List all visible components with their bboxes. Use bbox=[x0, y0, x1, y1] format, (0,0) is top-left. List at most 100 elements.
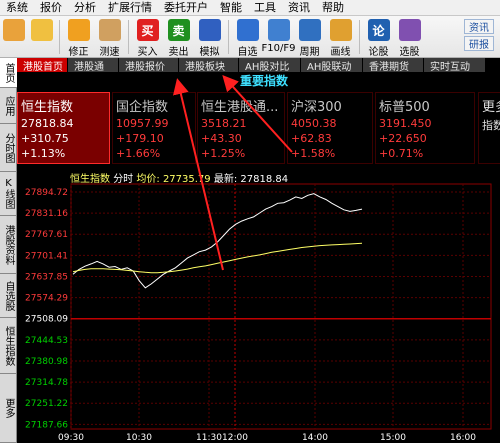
clock-button[interactable]: 测速 bbox=[94, 16, 125, 58]
toolbar-separator bbox=[228, 20, 229, 54]
research-button[interactable]: 研报 bbox=[464, 36, 494, 51]
back-arrow-button[interactable] bbox=[28, 16, 56, 58]
card-change: +179.10 bbox=[116, 132, 164, 145]
index-card[interactable]: 更多指数 bbox=[478, 92, 500, 164]
y-tick-label: 27767.61 bbox=[25, 230, 68, 240]
f10-button[interactable]: F10/F9 bbox=[261, 16, 296, 58]
menu-item-system[interactable]: 系统 bbox=[0, 0, 34, 16]
toolbar-button-label: 买入 bbox=[137, 47, 158, 58]
menu-item-quote[interactable]: 报价 bbox=[34, 0, 68, 16]
card-pct: +1.13% bbox=[21, 147, 66, 160]
side-tab-watchlist[interactable]: 自选股 bbox=[0, 274, 17, 318]
menu-item-help[interactable]: 帮助 bbox=[316, 0, 350, 16]
tab-6[interactable]: 香港期货 bbox=[363, 58, 424, 73]
y-tick-label: 27187.66 bbox=[25, 420, 68, 430]
x-tick-label: 09:30 bbox=[58, 433, 84, 443]
avg-price-line bbox=[72, 242, 363, 274]
card-name: 恒生指数 bbox=[21, 100, 74, 115]
sell-icon: 卖 bbox=[167, 19, 190, 41]
toolbar-button-label: 测速 bbox=[99, 47, 120, 58]
menu-item-news[interactable]: 资讯 bbox=[282, 0, 316, 16]
y-tick-label: 27894.72 bbox=[25, 188, 68, 198]
index-card[interactable]: 标普500 3191.450 +22.650 +0.71% bbox=[375, 92, 475, 164]
toolbar-button-label: F10/F9 bbox=[261, 43, 296, 54]
toolbar-button-label: 选股 bbox=[399, 47, 420, 58]
y-tick-label: 27251.22 bbox=[25, 399, 68, 409]
tab-1[interactable]: 港股通 bbox=[68, 58, 119, 73]
sell-button[interactable]: 卖卖出 bbox=[163, 16, 194, 58]
menu-item-smart[interactable]: 智能 bbox=[214, 0, 248, 16]
menu-item-analysis[interactable]: 分析 bbox=[68, 0, 102, 16]
y-tick-label: 27508.09 bbox=[25, 315, 68, 325]
card-pct: +1.66% bbox=[116, 147, 161, 160]
y-tick-label: 27380.98 bbox=[25, 357, 68, 367]
card-change: +22.650 bbox=[379, 132, 427, 145]
card-name: 恒生港股通... bbox=[201, 100, 279, 115]
y-tick-label: 27637.85 bbox=[25, 272, 68, 282]
intraday-chart[interactable]: 27894.72 27831.16 27767.61 27701.41 27637.85… bbox=[17, 182, 500, 443]
index-cards: 恒生指数 27818.84 +310.75 +1.13% 国企指数 10957.99 +17… bbox=[17, 92, 500, 164]
calendar-icon bbox=[298, 19, 321, 41]
tab-5[interactable]: AH股联动 bbox=[301, 58, 363, 73]
card-price: 3518.21 bbox=[201, 117, 247, 130]
back-arrow-icon bbox=[31, 19, 53, 41]
app-window: 系统 报价 分析 扩展行情 委托开户 智能 工具 资讯 帮助 修正 测速 买买入卖卖… bbox=[0, 0, 500, 443]
price-line bbox=[72, 193, 363, 289]
color-grid-button[interactable] bbox=[0, 16, 28, 58]
card-price: 10957.99 bbox=[116, 117, 169, 130]
tab-3[interactable]: 港股板块 bbox=[179, 58, 239, 73]
side-tab-kline[interactable]: K线图 bbox=[0, 172, 17, 216]
tab-0[interactable]: 港股首页 bbox=[17, 58, 68, 73]
x-tick-label: 11:30 bbox=[196, 433, 222, 443]
toolbar-button-label: 论股 bbox=[368, 47, 389, 58]
index-card[interactable]: 国企指数 10957.99 +179.10 +1.66% bbox=[112, 92, 196, 164]
sidebar: 首页 应用 分时图 K线图 港股资料 自选股 恒生指数 更多 bbox=[0, 58, 17, 443]
menu-item-trade[interactable]: 委托开户 bbox=[158, 0, 214, 16]
watchlist-button[interactable]: 自选 bbox=[232, 16, 263, 58]
tab-2[interactable]: 港股报价 bbox=[119, 58, 179, 73]
side-tab-apps[interactable]: 应用 bbox=[0, 88, 17, 124]
y-tick-label: 27574.29 bbox=[25, 294, 68, 304]
index-card[interactable]: 沪深300 4050.38 +62.83 +1.58% bbox=[287, 92, 373, 164]
calendar-button[interactable]: 周期 bbox=[294, 16, 325, 58]
toolbar-separator bbox=[128, 20, 129, 54]
stock-select-icon bbox=[398, 19, 421, 41]
news-button[interactable]: 资讯 bbox=[464, 19, 494, 34]
toolbar-right-group: 资讯 研报 bbox=[464, 19, 494, 51]
side-tab-timeshare[interactable]: 分时图 bbox=[0, 124, 17, 172]
index-card[interactable]: 恒生港股通... 3518.21 +43.30 +1.25% bbox=[197, 92, 285, 164]
card-price: 指数 bbox=[482, 119, 500, 132]
card-price: 27818.84 bbox=[21, 117, 74, 130]
menu-item-tools[interactable]: 工具 bbox=[248, 0, 282, 16]
card-pct: +0.71% bbox=[379, 147, 424, 160]
toolbar-button-label: 周期 bbox=[299, 47, 320, 58]
pen-icon bbox=[329, 19, 352, 41]
tab-7[interactable]: 实时互动 bbox=[424, 58, 486, 73]
discuss-icon: 论 bbox=[367, 19, 390, 41]
clock-icon bbox=[98, 19, 121, 41]
index-card[interactable]: 恒生指数 27818.84 +310.75 +1.13% bbox=[17, 92, 110, 164]
card-name: 国企指数 bbox=[116, 100, 169, 115]
tab-bar: 港股首页 港股通 港股报价 港股板块 AH股对比 AH股联动 香港期货 实时互动 bbox=[17, 58, 500, 73]
x-tick-label: 16:00 bbox=[450, 433, 476, 443]
toolbar-button-label: 自选 bbox=[237, 47, 258, 58]
hammer-button[interactable]: 模拟 bbox=[194, 16, 225, 58]
menu-item-extended[interactable]: 扩展行情 bbox=[102, 0, 158, 16]
card-price: 3191.450 bbox=[379, 117, 432, 130]
side-tab-home[interactable]: 首页 bbox=[0, 58, 17, 88]
x-tick-label: 15:00 bbox=[380, 433, 406, 443]
card-price: 4050.38 bbox=[291, 117, 337, 130]
tab-4[interactable]: AH股对比 bbox=[239, 58, 301, 73]
buy-button[interactable]: 买买入 bbox=[132, 16, 163, 58]
pen-button[interactable]: 画线 bbox=[325, 16, 356, 58]
side-tab-more[interactable]: 更多 bbox=[0, 374, 17, 443]
side-tab-hsi[interactable]: 恒生指数 bbox=[0, 318, 17, 374]
menu-bar: 系统 报价 分析 扩展行情 委托开户 智能 工具 资讯 帮助 bbox=[0, 0, 500, 16]
refresh-button[interactable]: 修正 bbox=[63, 16, 94, 58]
f10-icon bbox=[267, 19, 290, 41]
hammer-icon bbox=[198, 19, 221, 41]
toolbar-button-label: 模拟 bbox=[199, 47, 220, 58]
side-tab-hk-profile[interactable]: 港股资料 bbox=[0, 216, 17, 274]
stock-select-button[interactable]: 选股 bbox=[394, 16, 425, 58]
discuss-button[interactable]: 论论股 bbox=[363, 16, 394, 58]
